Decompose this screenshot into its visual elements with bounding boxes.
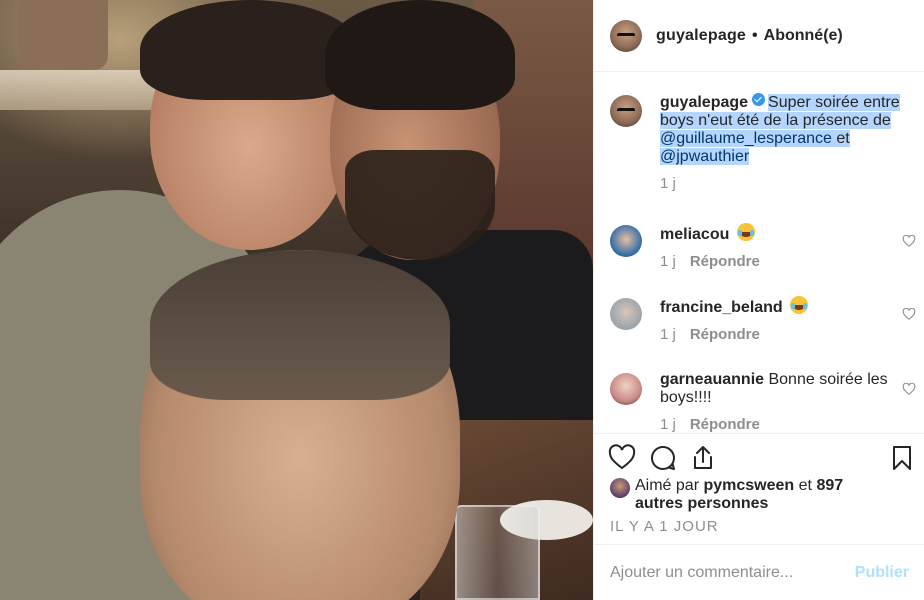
comment-time[interactable]: 1 j xyxy=(660,416,676,433)
caption-time[interactable]: 1 j xyxy=(660,175,676,192)
person-right-hair xyxy=(325,0,515,110)
commenter-avatar[interactable] xyxy=(610,298,642,330)
post-photo[interactable] xyxy=(0,0,593,600)
comment-username[interactable]: meliacou xyxy=(660,226,729,243)
glass xyxy=(455,505,540,600)
follow-status-button[interactable]: Abonné(e) xyxy=(764,27,843,45)
caption-username[interactable]: guyalepage xyxy=(660,94,748,111)
comment-username[interactable]: francine_beland xyxy=(660,299,783,316)
comment-icon[interactable] xyxy=(649,444,677,472)
caption: guyalepage Super soirée entre boys n'eut … xyxy=(610,93,910,192)
author-username[interactable]: guyalepage xyxy=(656,27,746,45)
comment-like-heart-icon[interactable] xyxy=(902,383,916,395)
share-icon[interactable] xyxy=(689,444,717,472)
post-header: guyalepage • Abonné(e) xyxy=(594,0,924,72)
person-right-beard xyxy=(345,150,495,260)
comment-time[interactable]: 1 j xyxy=(660,326,676,343)
post-comment-button[interactable]: Publier xyxy=(855,564,909,582)
reply-button[interactable]: Répondre xyxy=(690,326,760,343)
post-timestamp[interactable]: Il y a 1 jour xyxy=(610,518,719,535)
comment-item: meliacou 1 j Répondre xyxy=(610,223,916,270)
plant-pot xyxy=(18,0,108,70)
likes-summary[interactable]: Aimé par pymcsween et 897 autres personn… xyxy=(610,477,895,513)
liker-avatar xyxy=(610,478,630,498)
caption-avatar[interactable] xyxy=(610,95,642,127)
header-separator: • xyxy=(752,26,758,44)
person-front-hair xyxy=(150,250,450,400)
comment-like-heart-icon[interactable] xyxy=(902,308,916,320)
comment-like-heart-icon[interactable] xyxy=(902,235,916,247)
comment-item: francine_beland 1 j Répondre xyxy=(610,296,916,343)
liker-username[interactable]: pymcsween xyxy=(703,477,794,494)
comments-list[interactable]: guyalepage Super soirée entre boys n'eut … xyxy=(594,73,924,433)
add-comment-bar: Publier xyxy=(594,544,924,600)
caption-meta: 1 j xyxy=(660,175,910,192)
commenter-avatar[interactable] xyxy=(610,225,642,257)
author-avatar[interactable] xyxy=(610,19,642,52)
tears-of-joy-icon xyxy=(736,223,755,241)
commenter-avatar[interactable] xyxy=(610,373,642,405)
post-side-panel: guyalepage • Abonné(e) guyalepage Super s… xyxy=(593,0,924,600)
bookmark-icon[interactable] xyxy=(888,444,916,472)
comment-input[interactable] xyxy=(610,563,855,582)
verified-badge-icon xyxy=(752,93,766,106)
comment-time[interactable]: 1 j xyxy=(660,253,676,270)
heart-icon[interactable] xyxy=(608,444,636,472)
comment-item: garneauannie Bonne soirée les boys!!!! 1… xyxy=(610,371,916,433)
comment-username[interactable]: garneauannie xyxy=(660,371,764,388)
mention-link[interactable]: @guillaume_lesperance xyxy=(660,130,832,147)
reply-button[interactable]: Répondre xyxy=(690,416,760,433)
reply-button[interactable]: Répondre xyxy=(690,253,760,270)
tears-of-joy-icon xyxy=(790,296,809,314)
mention-link[interactable]: @jpwauthier xyxy=(660,148,749,165)
